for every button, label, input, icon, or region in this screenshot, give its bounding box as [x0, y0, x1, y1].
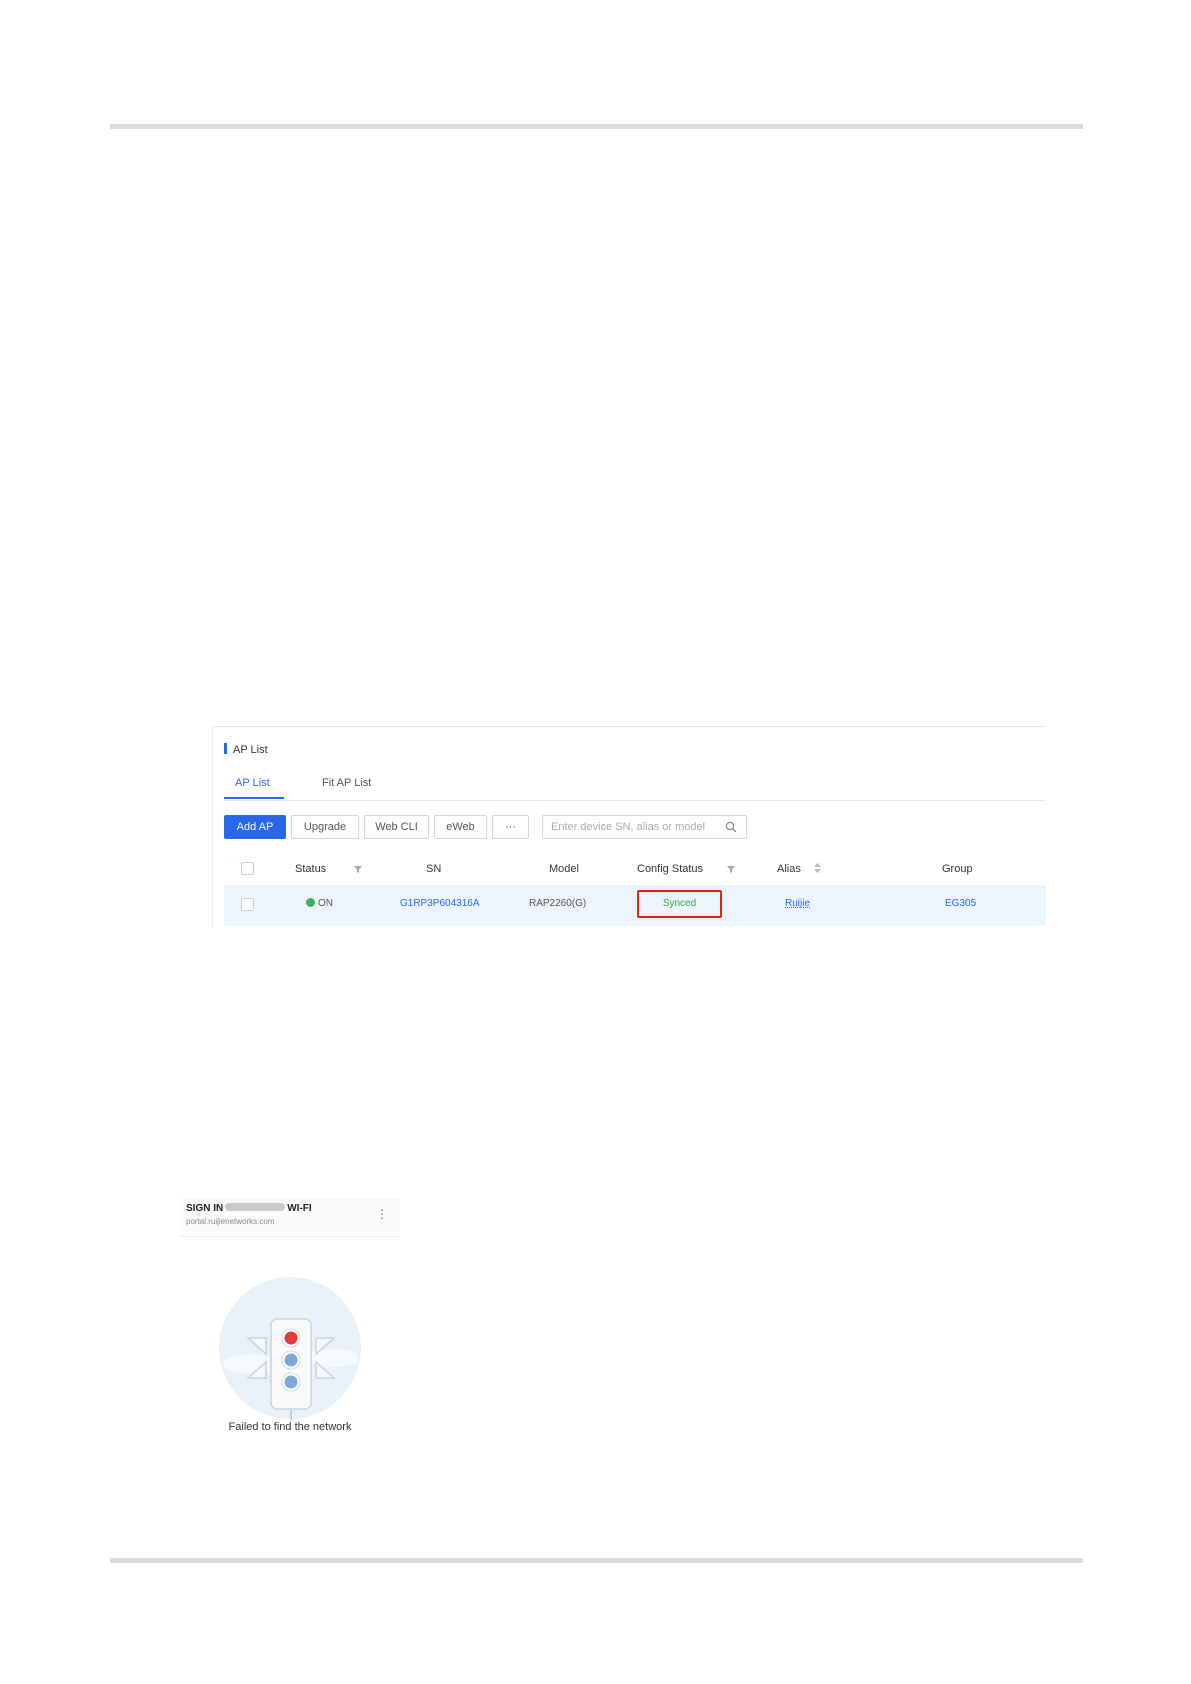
column-config-status: Config Status	[637, 863, 704, 875]
footer-rule	[110, 1558, 1083, 1563]
ap-list-panel: AP List AP List Fit AP List Add AP Upgra…	[212, 726, 1046, 927]
column-model: Model	[549, 863, 579, 875]
table-header: Status SN Model Config Status Alias Grou…	[224, 851, 1046, 886]
row-checkbox[interactable]	[241, 898, 254, 911]
column-group: Group	[942, 863, 973, 875]
search-icon[interactable]	[725, 820, 737, 838]
header-rule	[110, 124, 1083, 129]
panel-title: AP List	[224, 743, 268, 756]
title-accent-bar	[224, 743, 227, 754]
add-ap-button[interactable]: Add AP	[224, 815, 286, 839]
config-status-badge: Synced	[662, 898, 697, 909]
column-status: Status	[295, 863, 327, 875]
alias-link[interactable]: Ruijie	[785, 898, 810, 909]
tab-bar: AP List Fit AP List	[224, 773, 1046, 801]
column-alias: Alias	[777, 863, 801, 875]
sn-link[interactable]: G1RP3P604316A	[400, 898, 480, 909]
redacted-ssid	[225, 1203, 286, 1211]
kebab-icon[interactable]: ⋮	[376, 1207, 388, 1221]
filter-icon[interactable]	[354, 864, 362, 876]
web-cli-button[interactable]: Web CLI	[364, 815, 429, 839]
filter-icon[interactable]	[727, 864, 735, 876]
group-link[interactable]: EG305	[945, 898, 976, 909]
select-all-checkbox[interactable]	[241, 862, 254, 875]
search-input[interactable]: Enter device SN, alias or model	[542, 815, 747, 839]
traffic-light-icon	[218, 1276, 363, 1426]
more-button[interactable]: ···	[492, 815, 529, 839]
portal-header: SIGN IN WI-FI portal.ruijienetworks.com ⋮	[180, 1198, 400, 1237]
signin-title: SIGN IN WI-FI	[186, 1203, 312, 1214]
tab-ap-list[interactable]: AP List	[235, 777, 270, 789]
online-status-icon	[306, 898, 315, 907]
upgrade-button[interactable]: Upgrade	[291, 815, 359, 839]
portal-url: portal.ruijienetworks.com	[186, 1217, 275, 1226]
status-cell: ON	[306, 898, 333, 909]
sort-icon[interactable]	[814, 863, 821, 876]
active-tab-indicator	[224, 797, 284, 799]
config-status-highlight: Synced	[637, 890, 722, 918]
failure-message: Failed to find the network	[228, 1421, 352, 1433]
column-sn: SN	[426, 863, 442, 875]
phone-portal-screenshot: SIGN IN WI-FI portal.ruijienetworks.com ⋮…	[180, 1198, 400, 1443]
model-cell: RAP2260(G)	[529, 898, 587, 909]
tab-fit-ap-list[interactable]: Fit AP List	[322, 777, 371, 789]
eweb-button[interactable]: eWeb	[434, 815, 487, 839]
search-placeholder: Enter device SN, alias or model	[551, 821, 706, 833]
table-row[interactable]: ON G1RP3P604316A RAP2260(G) Synced Ruiji…	[224, 885, 1046, 926]
